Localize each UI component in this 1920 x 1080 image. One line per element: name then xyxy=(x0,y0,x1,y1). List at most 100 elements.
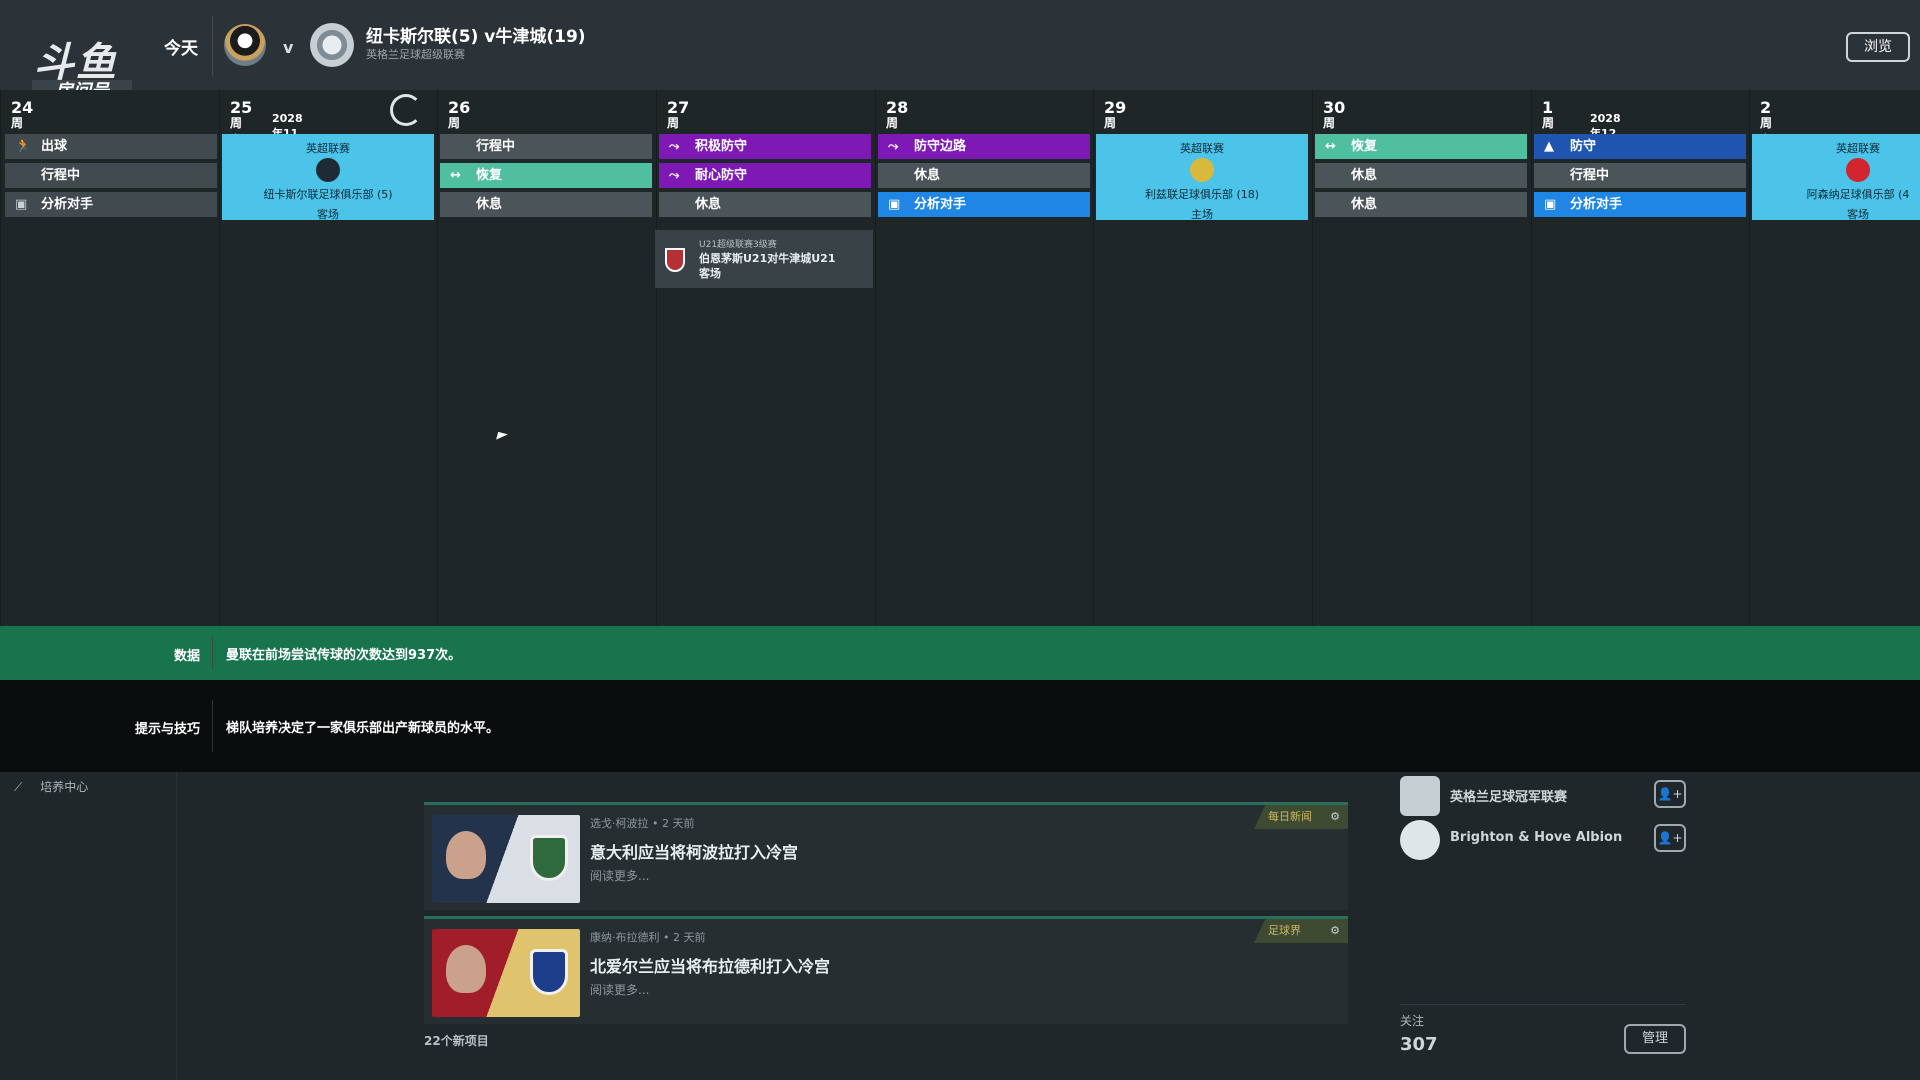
training-session[interactable]: 休息 xyxy=(1315,192,1527,217)
browse-button[interactable]: 浏览 xyxy=(1846,32,1910,62)
follow-item[interactable]: 英格兰足球冠军联赛 👤+ xyxy=(1400,772,1686,816)
session-label: 防守边路 xyxy=(914,139,967,154)
add-follow-button[interactable]: 👤+ xyxy=(1654,780,1686,808)
day-column[interactable]: 30周四↔恢复休息休息 xyxy=(1312,90,1530,626)
u21-fixture-card[interactable]: U21超级联赛3级赛伯恩茅斯U21对牛津城U21 客场 xyxy=(655,230,873,288)
training-session[interactable]: 行程中 xyxy=(5,163,217,188)
session-label: 行程中 xyxy=(1570,168,1610,183)
next-match-competition: 英格兰足球超级联赛 xyxy=(366,48,465,61)
top-bar: 斗鱼 房间号 10584837 今天 v 纽卡斯尔联(5) v牛津城(19) 英… xyxy=(0,0,1920,134)
tip-text: 梯队培养决定了一家俱乐部出产新球员的水平。 xyxy=(226,721,500,736)
development-center-link[interactable]: ⟋ 培养中心 xyxy=(14,778,88,795)
match-venue: 主场 xyxy=(1191,208,1213,221)
refresh-icon[interactable] xyxy=(390,94,422,126)
match-card[interactable]: 英超联赛阿森纳足球俱乐部 (4 客场 xyxy=(1752,134,1920,221)
clipboard-icon: ▣ xyxy=(15,197,28,212)
recovery-icon: ↔ xyxy=(450,168,461,183)
training-session[interactable]: 行程中 xyxy=(440,134,652,159)
opponent-crest-icon xyxy=(316,158,340,182)
schedule-calendar: 24周五🏃出球行程中▣分析对手25周六2028年11月英超联赛纽卡斯尔联足球俱乐… xyxy=(0,90,1920,626)
tip-bar: 提示与技巧 梯队培养决定了一家俱乐部出产新球员的水平。 xyxy=(0,680,1920,772)
match-opponent: 阿森纳足球俱乐部 (4 xyxy=(1806,188,1910,201)
session-label: 防守 xyxy=(1570,139,1597,154)
match-opponent: 纽卡斯尔联足球俱乐部 (5) xyxy=(263,188,393,201)
session-label: 休息 xyxy=(914,168,941,183)
defence-icon: ▲ xyxy=(1544,139,1554,154)
match-card[interactable]: 英超联赛 纽卡斯尔联足球俱乐部 (5) 客场 xyxy=(222,134,434,221)
day-column[interactable]: 25周六2028年11月英超联赛纽卡斯尔联足球俱乐部 (5)客场 xyxy=(219,90,437,626)
news-card[interactable]: 康纳·布拉德利 • 2 天前 北爱尔兰应当将布拉德利打入冷宫 阅读更多... 足… xyxy=(424,916,1348,1024)
training-session[interactable]: 休息 xyxy=(1315,163,1527,188)
training-session[interactable]: ↔ 恢复 xyxy=(440,163,652,188)
session-label: 休息 xyxy=(695,197,722,212)
match-competition: 英超联赛 xyxy=(306,142,350,155)
match-venue: 客场 xyxy=(1847,208,1869,221)
training-session[interactable]: 休息 xyxy=(659,192,871,217)
today-button[interactable]: 今天 xyxy=(164,34,198,59)
match-card[interactable]: 英超联赛利兹联足球俱乐部 (18) 主场 xyxy=(1096,134,1308,221)
session-label: 分析对手 xyxy=(914,197,967,212)
divider xyxy=(212,636,213,670)
league-crest-icon xyxy=(1400,776,1440,816)
session-label: 分析对手 xyxy=(1570,197,1623,212)
training-session[interactable]: 行程中 xyxy=(1534,163,1746,188)
read-more-link[interactable]: 阅读更多... xyxy=(590,981,649,998)
gear-icon[interactable]: ⚙ xyxy=(1330,805,1340,829)
read-more-link[interactable]: 阅读更多... xyxy=(590,867,649,884)
news-tag-label: 每日新闻 xyxy=(1268,810,1312,823)
training-session[interactable]: 休息 xyxy=(440,192,652,217)
session-label: 休息 xyxy=(1351,197,1378,212)
versus-label: v xyxy=(283,38,294,57)
match-opponent: 利兹联足球俱乐部 (18) xyxy=(1144,188,1260,201)
running-icon: 🏃 xyxy=(15,139,32,154)
add-follow-button[interactable]: 👤+ xyxy=(1654,824,1686,852)
follow-name: Brighton & Hove Albion xyxy=(1450,830,1623,845)
day-column[interactable]: 24周五🏃出球行程中▣分析对手 xyxy=(0,90,217,626)
day-column[interactable]: 1周五2028年12月▲防守行程中▣分析对手 xyxy=(1531,90,1749,626)
session-label: 积极防守 xyxy=(695,139,748,154)
session-label: 耐心防守 xyxy=(695,168,748,183)
training-session[interactable]: 🏃 出球 xyxy=(5,134,217,159)
training-session[interactable]: ↔ 恢复 xyxy=(1315,134,1527,159)
u21-fixture-line1: U21超级联赛3级赛 xyxy=(699,240,777,250)
training-session[interactable]: ⤳ 积极防守 xyxy=(659,134,871,159)
u21-fixture-line2: 伯恩茅斯U21对牛津城U21 xyxy=(699,252,836,265)
news-tag: 足球界 ⚙ xyxy=(1254,919,1348,943)
news-title[interactable]: 意大利应当将柯波拉打入冷宫 xyxy=(590,839,798,863)
training-session[interactable]: 休息 xyxy=(878,163,1090,188)
u21-fixture-line3: 客场 xyxy=(699,267,721,280)
training-session[interactable]: ▣ 分析对手 xyxy=(5,192,217,217)
development-center-label: 培养中心 xyxy=(40,780,89,794)
training-session[interactable]: ⤳ 防守边路 xyxy=(878,134,1090,159)
divider xyxy=(212,700,213,752)
follow-name: 英格兰足球冠军联赛 xyxy=(1450,790,1568,805)
national-crest-icon xyxy=(530,835,568,881)
news-card[interactable]: 选戈·柯波拉 • 2 天前 意大利应当将柯波拉打入冷宫 阅读更多... 每日新闻… xyxy=(424,802,1348,910)
next-match-title[interactable]: 纽卡斯尔联(5) v牛津城(19) xyxy=(366,22,586,47)
training-session[interactable]: ▣ 分析对手 xyxy=(878,192,1090,217)
day-column[interactable]: 29周三英超联赛利兹联足球俱乐部 (18)主场 xyxy=(1093,90,1311,626)
session-label: 休息 xyxy=(1351,168,1378,183)
tackle-icon: ⤳ xyxy=(669,168,680,183)
day-column[interactable]: 2周六英超联赛阿森纳足球俱乐部 (4客场 xyxy=(1749,90,1920,626)
clipboard-icon: ▣ xyxy=(1544,197,1557,212)
manage-button[interactable]: 管理 xyxy=(1624,1024,1686,1054)
training-session[interactable]: ⤳ 耐心防守 xyxy=(659,163,871,188)
news-title[interactable]: 北爱尔兰应当将布拉德利打入冷宫 xyxy=(590,953,830,977)
day-column[interactable]: 27周一⤳积极防守⤳耐心防守休息U21超级联赛3级赛伯恩茅斯U21对牛津城U21… xyxy=(655,90,874,626)
match-competition: 英超联赛 xyxy=(1180,142,1224,155)
training-session[interactable]: ▲ 防守 xyxy=(1534,134,1746,159)
home-crest-icon xyxy=(224,24,266,66)
training-session[interactable]: ▣ 分析对手 xyxy=(1534,192,1746,217)
news-meta: 康纳·布拉德利 • 2 天前 xyxy=(590,931,706,944)
session-label: 行程中 xyxy=(476,139,516,154)
match-competition: 英超联赛 xyxy=(1836,142,1880,155)
day-column[interactable]: 28周二⤳防守边路休息▣分析对手 xyxy=(875,90,1093,626)
day-column[interactable]: 26周日行程中↔恢复休息 xyxy=(437,90,655,626)
new-items-count[interactable]: 22个新项目 xyxy=(424,1032,489,1049)
opponent-crest-icon xyxy=(1190,158,1214,182)
player-photo xyxy=(446,945,486,993)
follow-item[interactable]: Brighton & Hove Albion 👤+ xyxy=(1400,816,1686,860)
gear-icon[interactable]: ⚙ xyxy=(1330,919,1340,943)
divider xyxy=(212,16,213,76)
